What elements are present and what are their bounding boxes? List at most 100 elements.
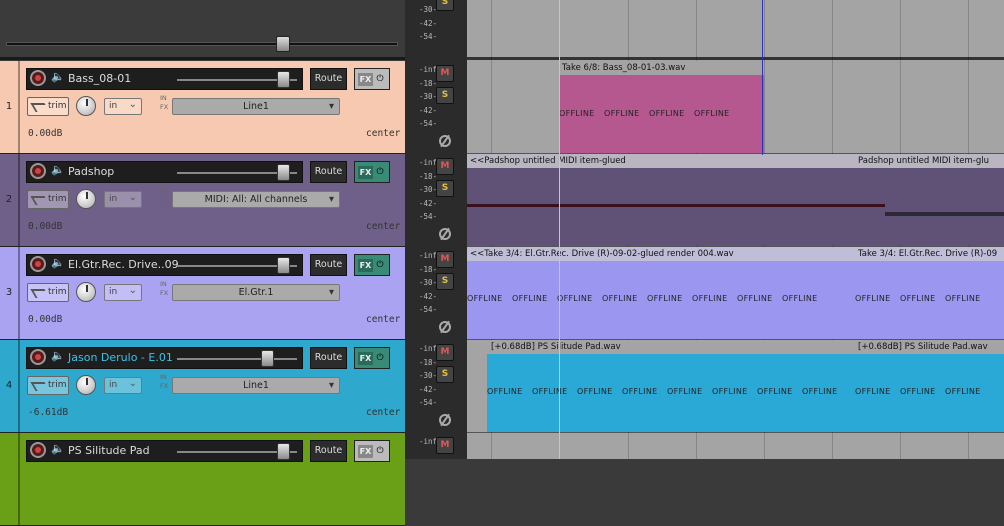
- input-select[interactable]: Line1: [172, 377, 340, 394]
- offline-label: OFFLINE: [945, 294, 981, 303]
- input-fx-label[interactable]: IN FX: [160, 94, 172, 112]
- media-item-padshop-2[interactable]: Padshop untitled MIDI item-glu: [855, 154, 1004, 246]
- solo-button[interactable]: S: [436, 87, 454, 104]
- fx-button[interactable]: FX ⏻: [354, 161, 390, 183]
- speaker-icon[interactable]: 🔈: [51, 350, 65, 362]
- track-name[interactable]: Padshop: [68, 165, 114, 178]
- infx-bottom: FX: [160, 289, 169, 297]
- solo-button[interactable]: S: [436, 366, 454, 383]
- speaker-icon[interactable]: 🔈: [51, 71, 65, 83]
- power-icon[interactable]: ⏻: [374, 352, 386, 365]
- item-title: <<Take 3/4: El.Gtr.Rec. Drive (R)-09-02-…: [467, 247, 855, 261]
- route-button[interactable]: Route: [310, 161, 347, 183]
- pan-knob[interactable]: [76, 189, 96, 209]
- input-monitor-dropdown[interactable]: in: [104, 283, 142, 301]
- solo-button[interactable]: S: [436, 273, 454, 290]
- vu-label: -42-: [418, 105, 437, 115]
- mute-button[interactable]: M: [436, 251, 454, 268]
- volume-fader-track[interactable]: [177, 358, 297, 360]
- track-name[interactable]: Jason Derulo - E.01: [68, 351, 173, 364]
- phase-invert-icon[interactable]: [439, 135, 451, 147]
- mute-button[interactable]: M: [436, 344, 454, 361]
- media-item-gtr-1[interactable]: <<Take 3/4: El.Gtr.Rec. Drive (R)-09-02-…: [467, 247, 855, 339]
- master-vu-scale: -30- -42- -54-: [407, 3, 437, 44]
- track-name-box[interactable]: Padshop: [26, 161, 303, 183]
- volume-fader-knob[interactable]: [277, 164, 290, 181]
- track-name-box[interactable]: Bass_08-01: [26, 68, 303, 90]
- record-arm-icon[interactable]: [30, 70, 46, 86]
- input-monitor-dropdown[interactable]: in: [104, 190, 142, 208]
- lane-ps[interactable]: [467, 433, 1004, 459]
- media-item-pad-2[interactable]: [+0.68dB] PS Silitude Pad.wav OFFLINE OFF…: [855, 340, 1004, 432]
- mute-button[interactable]: M: [436, 158, 454, 175]
- input-fx-label[interactable]: IN FX: [160, 187, 172, 205]
- input-fx-label[interactable]: IN FX: [160, 280, 172, 298]
- input-monitor-dropdown[interactable]: in: [104, 376, 142, 394]
- track-name[interactable]: Bass_08-01: [68, 72, 131, 85]
- phase-invert-icon[interactable]: [439, 228, 451, 240]
- fx-button[interactable]: FX ⏻: [354, 68, 390, 90]
- track-header-3[interactable]: 3 El.Gtr.Rec. Drive..09 🔈 Route FX ⏻ tri…: [0, 247, 405, 340]
- track-header-2[interactable]: 2 Padshop 🔈 Route FX ⏻ trim in INFX MIDI…: [0, 154, 405, 247]
- input-select[interactable]: MIDI: All: All channels: [172, 191, 340, 208]
- phase-invert-icon[interactable]: [439, 321, 451, 333]
- pan-knob[interactable]: [76, 282, 96, 302]
- media-item-padshop-1[interactable]: <<Padshop untitled MIDI item-glued: [467, 154, 855, 246]
- track-header-5[interactable]: PS Silitude Pad 🔈 Route FX ⏻: [0, 433, 405, 526]
- media-item-bass[interactable]: Take 6/8: Bass_08-01-03.wav OFFLINE OFFLI…: [559, 61, 764, 153]
- input-fx-label[interactable]: IN FX: [160, 373, 172, 391]
- track-header-4[interactable]: 4 Jason Derulo - E.01 🔈 Route FX ⏻ trim …: [0, 340, 405, 433]
- speaker-icon[interactable]: 🔈: [51, 257, 65, 269]
- arrange-view[interactable]: Take 6/8: Bass_08-01-03.wav OFFLINE OFFLI…: [467, 0, 1004, 459]
- input-monitor-dropdown[interactable]: in: [104, 97, 142, 115]
- master-solo-button[interactable]: S: [436, 0, 454, 11]
- master-fader-knob[interactable]: [276, 36, 290, 52]
- vu-label: -42-: [418, 18, 437, 28]
- record-arm-icon[interactable]: [30, 349, 46, 365]
- route-button[interactable]: Route: [310, 68, 347, 90]
- track-header-1[interactable]: 1 Bass_08-01 🔈 Route FX ⏻ trim in INFX L…: [0, 61, 405, 154]
- record-arm-icon[interactable]: [30, 256, 46, 272]
- record-arm-icon[interactable]: [30, 442, 46, 458]
- volume-fader-knob[interactable]: [277, 257, 290, 274]
- volume-fader-knob[interactable]: [261, 350, 274, 367]
- speaker-icon[interactable]: 🔈: [51, 443, 65, 455]
- input-select[interactable]: El.Gtr.1: [172, 284, 340, 301]
- mute-button[interactable]: M: [436, 437, 454, 454]
- power-icon[interactable]: ⏻: [374, 166, 386, 179]
- input-select[interactable]: Line1: [172, 98, 340, 115]
- power-icon[interactable]: ⏻: [374, 259, 386, 272]
- pan-knob[interactable]: [76, 375, 96, 395]
- volume-fader-knob[interactable]: [277, 443, 290, 460]
- master-fader-track[interactable]: [6, 42, 398, 46]
- record-arm-icon[interactable]: [30, 163, 46, 179]
- trim-button[interactable]: trim: [27, 376, 69, 395]
- track-name-box[interactable]: El.Gtr.Rec. Drive..09: [26, 254, 303, 276]
- track-name[interactable]: PS Silitude Pad: [68, 444, 150, 457]
- trim-button[interactable]: trim: [27, 283, 69, 302]
- fx-button[interactable]: FX ⏻: [354, 254, 390, 276]
- track-name[interactable]: El.Gtr.Rec. Drive..09: [68, 258, 179, 271]
- route-button[interactable]: Route: [310, 347, 347, 369]
- power-icon[interactable]: ⏻: [374, 73, 386, 86]
- vu-label: -inf: [418, 251, 437, 260]
- phase-invert-icon[interactable]: [439, 414, 451, 426]
- pan-readout: center: [366, 407, 401, 418]
- mute-button[interactable]: M: [436, 65, 454, 82]
- offline-row: OFFLINE OFFLINE OFFLINE OFFLINE OFFLINE OFFLI…: [467, 294, 855, 306]
- vu-label: -30-: [418, 371, 437, 380]
- volume-fader-knob[interactable]: [277, 71, 290, 88]
- track-name-box[interactable]: Jason Derulo - E.01: [26, 347, 303, 369]
- pan-knob[interactable]: [76, 96, 96, 116]
- media-item-gtr-2[interactable]: Take 3/4: El.Gtr.Rec. Drive (R)-09 OFFLI…: [855, 247, 1004, 339]
- trim-button[interactable]: trim: [27, 190, 69, 209]
- speaker-icon[interactable]: 🔈: [51, 164, 65, 176]
- trim-button[interactable]: trim: [27, 97, 69, 116]
- solo-button[interactable]: S: [436, 180, 454, 197]
- fx-button[interactable]: FX ⏻: [354, 347, 390, 369]
- media-item-pad-1[interactable]: [+0.68dB] PS Silitude Pad.wav OFFLINE OFF…: [487, 340, 855, 432]
- item-title: Take 3/4: El.Gtr.Rec. Drive (R)-09: [855, 247, 1004, 261]
- offline-label: OFFLINE: [855, 387, 891, 396]
- route-button[interactable]: Route: [310, 254, 347, 276]
- power-icon[interactable]: ⏻: [374, 445, 386, 458]
